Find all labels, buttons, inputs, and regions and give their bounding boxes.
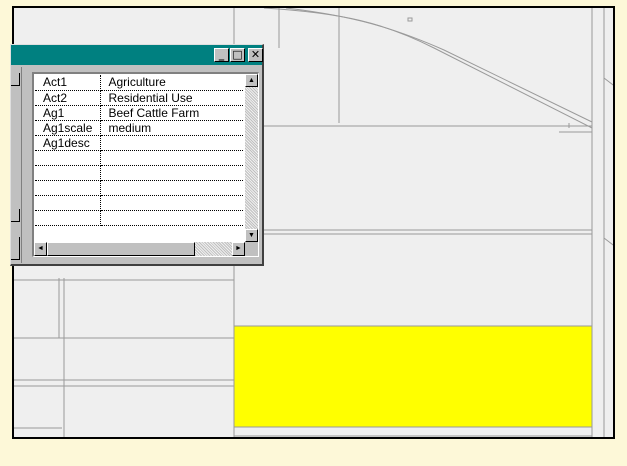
close-button[interactable]: ✕: [248, 48, 263, 62]
attribute-table[interactable]: Act1 Agriculture Act2 Residential Use Ag1 Bee…: [32, 72, 259, 257]
scroll-right-button[interactable]: ►: [232, 242, 245, 256]
attribute-window[interactable]: _ □ ✕ Act1 Agriculture Act2 Residential Use…: [10, 44, 264, 266]
window-title-bar[interactable]: _ □ ✕: [11, 45, 263, 65]
horizontal-scrollbar[interactable]: ◄ ►: [34, 242, 245, 256]
left-pane-edge: [11, 67, 22, 263]
scroll-up-icon: ▲: [248, 77, 255, 84]
attribute-field-cell[interactable]: Act1: [35, 75, 101, 91]
table-row[interactable]: [35, 180, 243, 196]
table-row[interactable]: Ag1 Beef Cattle Farm: [35, 105, 243, 121]
attribute-field-cell[interactable]: Ag1desc: [35, 135, 101, 151]
scrollbar-corner: [245, 242, 258, 256]
scroll-left-button[interactable]: ◄: [34, 242, 47, 256]
table-row[interactable]: Ag1scale medium: [35, 120, 243, 136]
table-row[interactable]: [35, 150, 243, 166]
attribute-field-cell[interactable]: [35, 210, 101, 226]
road: [263, 8, 593, 129]
attribute-field-cell[interactable]: Ag1: [35, 105, 101, 121]
table-row[interactable]: [35, 210, 243, 226]
attribute-value-cell[interactable]: Beef Cattle Farm: [100, 105, 243, 121]
attribute-field-cell[interactable]: [35, 165, 101, 181]
table-row[interactable]: Ag1desc: [35, 135, 243, 151]
scroll-left-icon[interactable]: [11, 237, 20, 260]
road-marker: [407, 17, 413, 22]
scroll-up-icon[interactable]: [11, 73, 20, 86]
attribute-field-cell[interactable]: Act2: [35, 90, 101, 106]
attribute-grid: Act1 Agriculture Act2 Residential Use Ag1 Bee…: [35, 75, 243, 226]
attribute-value-cell[interactable]: medium: [100, 120, 243, 136]
maximize-icon: □: [232, 48, 243, 61]
selected-parcel: [233, 325, 593, 428]
attribute-field-cell[interactable]: [35, 150, 101, 166]
maximize-button[interactable]: □: [230, 48, 245, 62]
horizontal-scroll-thumb[interactable]: [47, 242, 195, 256]
scroll-down-icon: ▼: [248, 232, 255, 239]
table-row[interactable]: Act2 Residential Use: [35, 90, 243, 106]
attribute-value-cell[interactable]: [100, 195, 243, 211]
minimize-icon: _: [218, 48, 225, 61]
scroll-down-icon[interactable]: [11, 209, 20, 222]
attribute-field-cell[interactable]: Ag1scale: [35, 120, 101, 136]
scroll-left-icon: ◄: [37, 245, 44, 252]
minimize-button[interactable]: _: [214, 48, 229, 62]
scroll-up-button[interactable]: ▲: [245, 74, 258, 87]
vertical-scrollbar[interactable]: ▲ ▼: [245, 74, 258, 242]
table-row[interactable]: [35, 195, 243, 211]
scroll-down-button[interactable]: ▼: [245, 229, 258, 242]
parcel-boundary: [603, 77, 613, 86]
attribute-value-cell[interactable]: [100, 135, 243, 151]
attribute-value-cell[interactable]: [100, 180, 243, 196]
table-row[interactable]: Act1 Agriculture: [35, 75, 243, 91]
scroll-right-icon: ►: [235, 245, 242, 252]
table-row[interactable]: [35, 165, 243, 181]
attribute-value-cell[interactable]: Agriculture: [100, 75, 243, 91]
attribute-value-cell[interactable]: Residential Use: [100, 90, 243, 106]
attribute-value-cell[interactable]: [100, 165, 243, 181]
close-icon: ✕: [250, 48, 261, 61]
parcel-boundary: [603, 237, 613, 246]
attribute-field-cell[interactable]: [35, 195, 101, 211]
attribute-field-cell[interactable]: [35, 180, 101, 196]
attribute-value-cell[interactable]: [100, 210, 243, 226]
attribute-value-cell[interactable]: [100, 150, 243, 166]
